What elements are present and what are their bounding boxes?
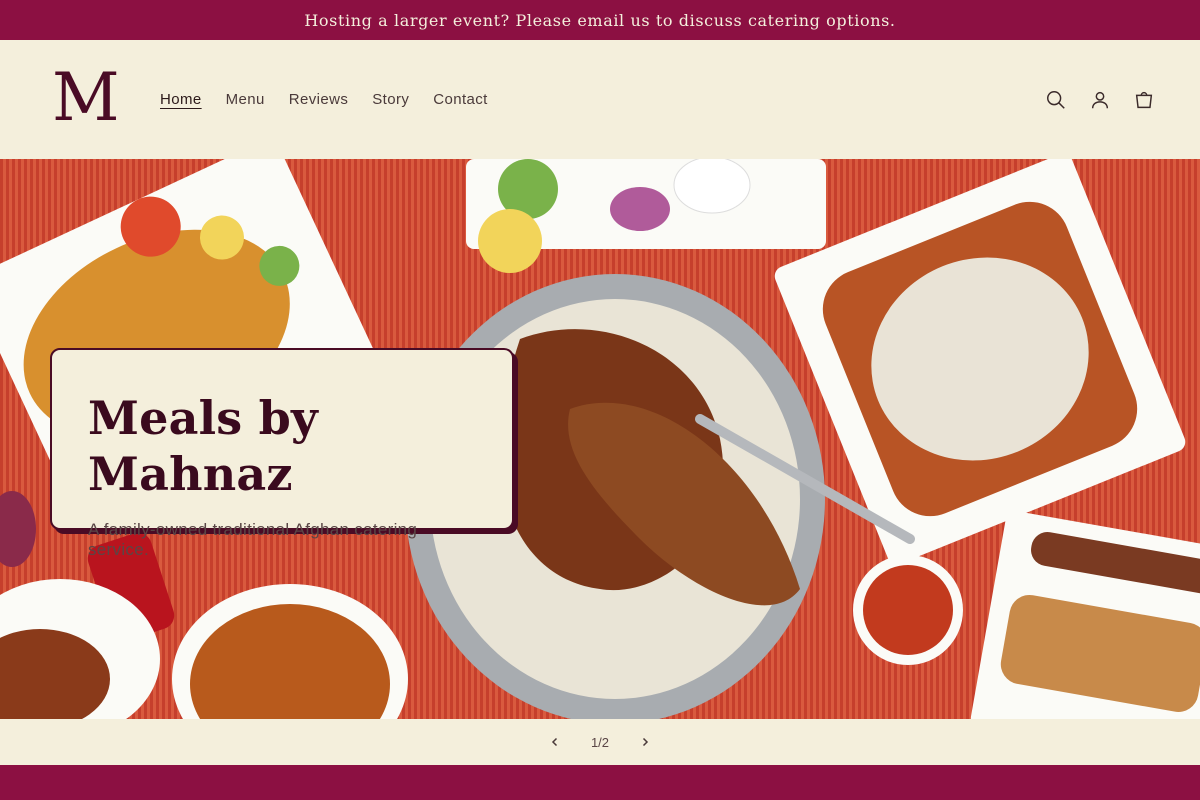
announcement-text: Hosting a larger event? Please email us … [304, 10, 896, 30]
header-icons [1038, 40, 1162, 159]
search-button[interactable] [1038, 82, 1074, 118]
next-slide-button[interactable] [634, 731, 656, 753]
nav-item-home[interactable]: Home [148, 91, 214, 108]
nav-item-menu[interactable]: Menu [214, 91, 277, 108]
site-logo[interactable]: M [52, 64, 120, 132]
main-nav: Home Menu Reviews Story Contact [148, 40, 500, 159]
nav-item-story[interactable]: Story [360, 91, 421, 108]
footer-band [0, 765, 1200, 800]
chevron-right-icon [642, 737, 649, 747]
announcement-bar: Hosting a larger event? Please email us … [0, 0, 1200, 40]
hero-card: Meals by Mahnaz A family-owned tradition… [50, 348, 514, 559]
hero-subtitle: A family-owned traditional Afghan cateri… [88, 520, 418, 559]
cart-icon [1135, 91, 1153, 108]
previous-slide-button[interactable] [544, 731, 566, 753]
search-icon [1047, 90, 1065, 109]
slideshow-controls: 1/2 [0, 719, 1200, 765]
hero-banner: Meals by Mahnaz A family-owned tradition… [0, 159, 1200, 719]
account-icon [1091, 91, 1109, 108]
hero-title: Meals by Mahnaz [88, 391, 318, 501]
site-header: M Home Menu Reviews Story Contact [0, 40, 1200, 159]
chevron-left-icon [551, 737, 558, 747]
nav-item-contact[interactable]: Contact [421, 91, 500, 108]
nav-item-reviews[interactable]: Reviews [277, 91, 360, 108]
slide-counter: 1/2 [590, 734, 610, 750]
cart-button[interactable] [1126, 82, 1162, 118]
account-button[interactable] [1082, 82, 1118, 118]
